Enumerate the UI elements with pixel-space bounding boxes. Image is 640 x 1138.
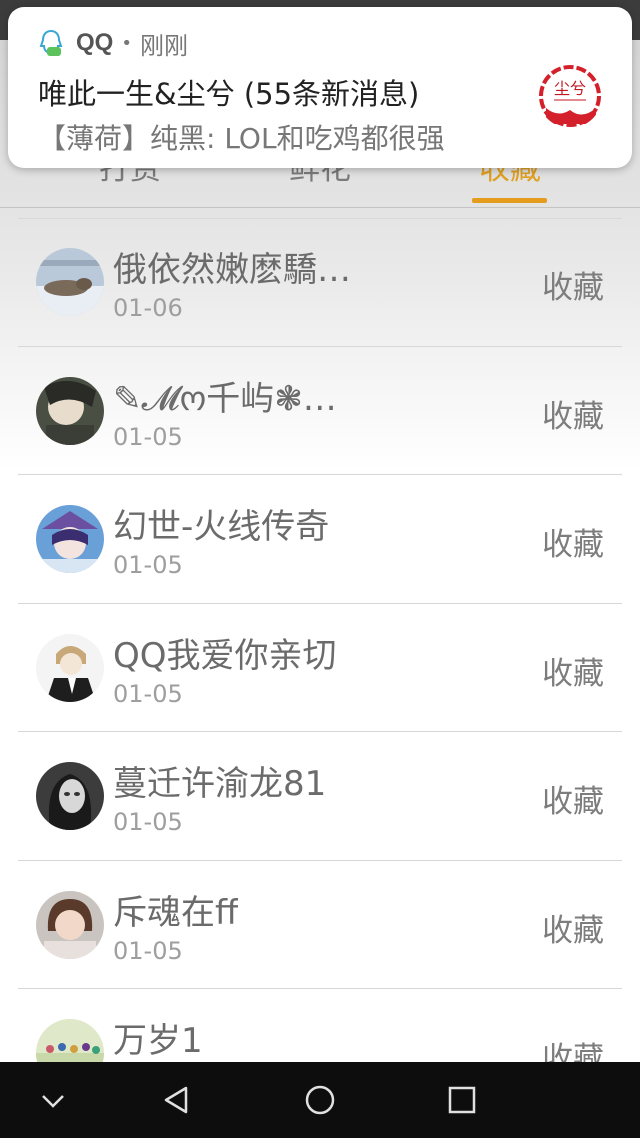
bw-woman-avatar[interactable] <box>36 762 104 830</box>
notification-time: 刚刚 <box>139 31 188 60</box>
notification-text: 【薄荷】纯黑: LOL和吃鸡都很强 <box>38 122 445 155</box>
notification-header: QQ • 刚刚 <box>36 25 188 61</box>
notification-separator: • <box>121 32 132 54</box>
favorites-list: 俄依然嫩麽驕… 01-06 收藏 ✎𝓜ო千屿❃… 01-05 收藏 幻世-火线传… <box>0 218 640 1062</box>
seal-on-ice-avatar[interactable] <box>36 248 104 316</box>
system-nav-bar <box>0 1062 640 1138</box>
list-item-name: 万岁1 <box>113 1021 203 1061</box>
list-item-date: 01-05 <box>113 936 183 965</box>
favorite-button[interactable]: 收藏 <box>542 648 604 693</box>
favorite-button[interactable]: 收藏 <box>542 905 604 950</box>
notification-avatar-text: 尘兮 <box>554 79 586 98</box>
group-photo-avatar[interactable] <box>36 1019 104 1062</box>
favorite-button[interactable]: 收藏 <box>542 519 604 564</box>
list-item[interactable]: 斥魂在ff 01-05 收藏 <box>0 861 640 990</box>
notification-app-name: QQ <box>76 29 114 56</box>
list-item-name: QQ我爱你亲切 <box>113 635 337 676</box>
qq-app-icon <box>39 29 63 56</box>
list-item-name: 蔓迁许渝龙81 <box>113 764 327 804</box>
anime-girl-avatar[interactable] <box>36 505 104 573</box>
home-circle-icon[interactable] <box>300 1080 340 1120</box>
active-tab-indicator <box>472 198 547 203</box>
back-triangle-icon[interactable] <box>158 1080 198 1120</box>
notification-sender-avatar: 尘兮 <box>538 64 602 128</box>
anime-suit-avatar[interactable] <box>36 633 104 702</box>
list-item-name: 俄依然嫩麽驕… <box>113 250 351 290</box>
chevron-down-icon[interactable] <box>33 1080 73 1120</box>
main-screen: 打赏 鲜花 收藏 俄依然嫩麽驕… 01-06 收藏 ✎𝓜ო千屿❃… 01-05 … <box>0 40 640 1062</box>
child-photo-avatar[interactable] <box>36 890 104 959</box>
notification-title: 唯此一生&尘兮 (55条新消息) <box>38 77 420 111</box>
list-item-date: 01-05 <box>113 808 183 836</box>
list-item-date: 01-05 <box>113 679 183 708</box>
list-item-date: 01-06 <box>113 294 183 322</box>
favorite-button[interactable]: 收藏 <box>542 262 604 307</box>
favorite-button[interactable]: 收藏 <box>542 1033 604 1062</box>
list-item[interactable]: 幻世-火线传奇 01-05 收藏 <box>0 475 640 604</box>
favorite-button[interactable]: 收藏 <box>542 391 604 436</box>
qq-notification[interactable]: QQ • 刚刚 唯此一生&尘兮 (55条新消息) 【薄荷】纯黑: LOL和吃鸡都… <box>8 7 632 168</box>
list-item[interactable]: ✎𝓜ო千屿❃… 01-05 收藏 <box>0 347 640 476</box>
anime-boy-avatar[interactable] <box>36 376 104 445</box>
list-item-name: 幻世-火线传奇 <box>113 507 330 547</box>
list-item[interactable]: 万岁1 收藏 <box>0 989 640 1062</box>
favorite-button[interactable]: 收藏 <box>542 776 604 821</box>
list-item-date: 01-05 <box>113 551 183 579</box>
list-item-name: ✎𝓜ო千屿❃… <box>113 378 337 419</box>
list-item-date: 01-05 <box>113 422 183 451</box>
recent-square-icon[interactable] <box>442 1080 482 1120</box>
list-item[interactable]: 俄依然嫩麽驕… 01-06 收藏 <box>0 218 640 347</box>
list-item[interactable]: 蔓迁许渝龙81 01-05 收藏 <box>0 732 640 861</box>
list-item-name: 斥魂在ff <box>113 892 239 933</box>
list-item[interactable]: QQ我爱你亲切 01-05 收藏 <box>0 604 640 733</box>
